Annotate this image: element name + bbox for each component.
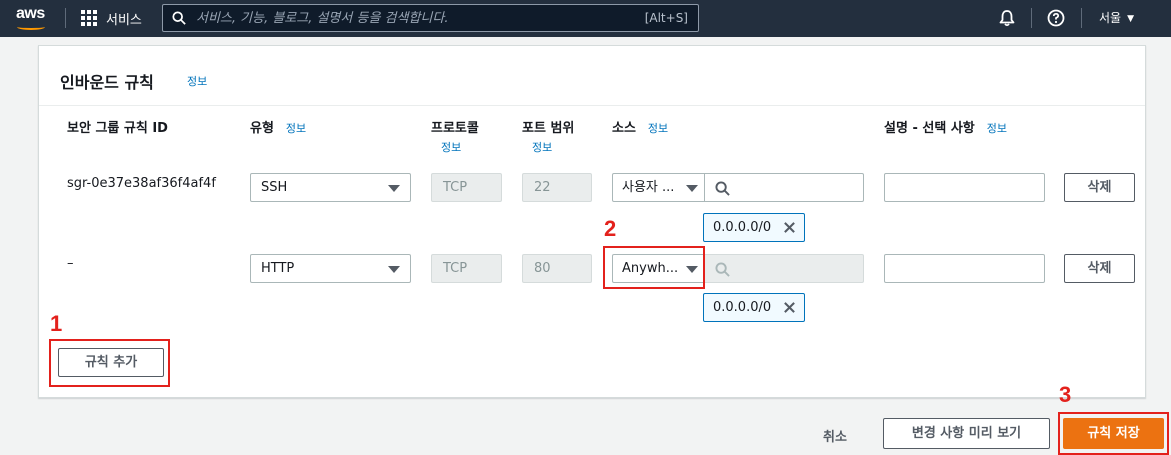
delete-rule-button[interactable]: 삭제 [1064, 173, 1135, 202]
aws-logo[interactable]: aws [14, 5, 50, 31]
column-label: 유형 [250, 121, 274, 136]
title-info-link[interactable]: 정보 [187, 73, 207, 89]
rule-id-cell: – [67, 256, 74, 271]
annotation-box-1 [49, 339, 170, 387]
column-header-source: 소스 정보 [612, 117, 668, 136]
source-type-value: 사용자 ... [622, 180, 675, 195]
protocol-field: TCP [431, 254, 502, 283]
caret-down-icon [686, 185, 698, 192]
bell-icon[interactable] [997, 8, 1017, 28]
page-title: 인바운드 규칙 [60, 73, 154, 92]
column-label: 포트 범위 [522, 121, 575, 136]
inbound-rules-panel: 인바운드 규칙 정보 보안 그룹 규칙 ID 유형 정보 프로토콜 정보 포트 범… [38, 45, 1146, 398]
top-navigation-bar: aws 서비스 [Alt+S] 서울 ▼ [0, 0, 1171, 37]
search-input[interactable] [196, 9, 626, 27]
cancel-button[interactable]: 취소 [823, 426, 847, 445]
search-icon [715, 181, 730, 196]
description-input[interactable] [884, 173, 1045, 202]
source-info-link[interactable]: 정보 [648, 122, 668, 135]
nav-divider [65, 8, 66, 28]
delete-rule-button[interactable]: 삭제 [1064, 254, 1135, 283]
cidr-token-label: 0.0.0.0/0 [713, 300, 772, 315]
cidr-search-input [704, 254, 864, 283]
caret-down-icon [388, 266, 400, 273]
type-select-value: SSH [261, 180, 288, 195]
description-input[interactable] [884, 254, 1045, 283]
close-icon[interactable] [783, 301, 796, 314]
grid-icon[interactable] [81, 10, 97, 26]
panel-header: 인바운드 규칙 정보 [39, 46, 1145, 106]
cidr-token: 0.0.0.0/0 [703, 293, 805, 322]
services-menu-button[interactable]: 서비스 [106, 9, 142, 28]
description-info-link[interactable]: 정보 [987, 122, 1007, 135]
column-label: 설명 - 선택 사항 [884, 121, 975, 136]
preview-changes-button[interactable]: 변경 사항 미리 보기 [883, 418, 1050, 449]
protocol-info-link[interactable]: 정보 [441, 139, 461, 155]
region-label: 서울 [1099, 11, 1122, 25]
help-icon[interactable] [1047, 9, 1065, 27]
type-select[interactable]: SSH [250, 173, 411, 202]
global-search-box[interactable]: [Alt+S] [162, 4, 699, 32]
type-info-link[interactable]: 정보 [286, 122, 306, 135]
column-label: 소스 [612, 121, 636, 136]
column-header-type: 유형 정보 [250, 117, 306, 136]
caret-down-icon [388, 185, 400, 192]
cidr-token: 0.0.0.0/0 [703, 213, 805, 242]
protocol-field: TCP [431, 173, 502, 202]
column-header-description: 설명 - 선택 사항 정보 [884, 117, 1007, 136]
type-select-value: HTTP [261, 261, 295, 276]
save-rules-button[interactable]: 규칙 저장 [1063, 418, 1164, 449]
port-info-link[interactable]: 정보 [532, 139, 552, 155]
nav-divider [1031, 8, 1032, 28]
column-label: 보안 그룹 규칙 ID [67, 121, 168, 136]
port-range-field: 22 [522, 173, 592, 202]
annotation-marker-2: 2 [604, 216, 617, 241]
search-shortcut-hint: [Alt+S] [644, 11, 688, 25]
rule-id-cell: sgr-0e37e38af36f4af4f [67, 176, 216, 191]
type-select[interactable]: HTTP [250, 254, 411, 283]
annotation-box-2 [603, 246, 705, 289]
close-icon[interactable] [783, 221, 796, 234]
port-range-field: 80 [522, 254, 592, 283]
caret-down-icon: ▼ [1127, 14, 1135, 24]
region-selector[interactable]: 서울 ▼ [1099, 9, 1134, 26]
source-type-select[interactable]: 사용자 ... [612, 173, 705, 202]
aws-smile-icon [17, 24, 45, 30]
column-label: 프로토콜 [431, 121, 479, 136]
nav-divider [1081, 8, 1082, 28]
column-header-rule-id: 보안 그룹 규칙 ID [67, 117, 168, 136]
column-header-protocol: 프로토콜 [431, 117, 479, 136]
annotation-marker-3: 3 [1059, 382, 1072, 407]
column-header-port-range: 포트 범위 [522, 117, 574, 136]
search-icon [715, 262, 730, 277]
search-icon [172, 11, 186, 25]
aws-logo-text: aws [16, 5, 45, 22]
cidr-token-label: 0.0.0.0/0 [713, 220, 772, 235]
cidr-search-input[interactable] [704, 173, 864, 202]
annotation-marker-1: 1 [50, 311, 63, 336]
